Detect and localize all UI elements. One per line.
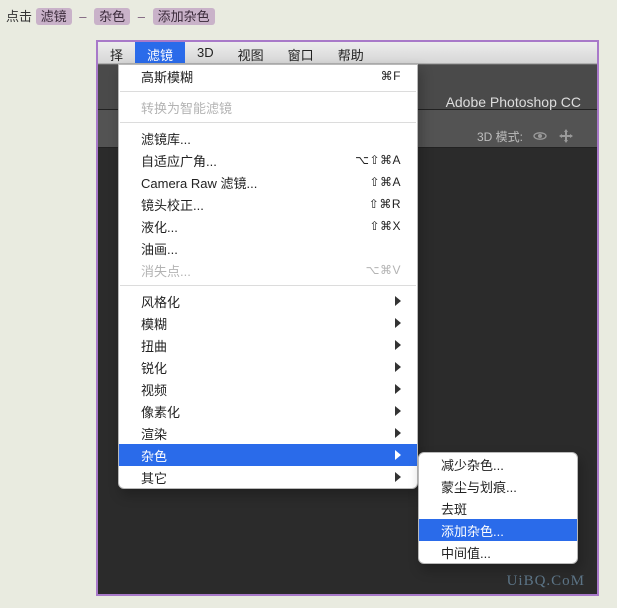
chevron-right-icon (395, 472, 401, 482)
menu-item-adaptive-wide[interactable]: 自适应广角...⌥⇧⌘A (119, 149, 417, 171)
menu-item-vanishing-point: 消失点...⌥⌘V (119, 259, 417, 281)
menu-item-dust-scratches[interactable]: 蒙尘与划痕... (419, 475, 577, 497)
noise-submenu: 减少杂色... 蒙尘与划痕... 去斑 添加杂色... 中间值... (418, 452, 578, 564)
menu-item-smart-filter: 转换为智能滤镜 (119, 96, 417, 118)
chevron-right-icon (395, 318, 401, 328)
ps-3d-mode: 3D 模式: (477, 127, 575, 145)
menu-item-stylize[interactable]: 风格化 (119, 290, 417, 312)
menubar-item[interactable]: 择 (98, 42, 135, 63)
chevron-right-icon (395, 406, 401, 416)
instruction-line: 点击 滤镜 – 杂色 – 添加杂色 (6, 6, 215, 25)
menu-item-noise[interactable]: 杂色 (119, 444, 417, 466)
menu-item-filter-gallery[interactable]: 滤镜库... (119, 127, 417, 149)
menubar-item-filter[interactable]: 滤镜 (135, 42, 185, 63)
screenshot-frame: 择 滤镜 3D 视图 窗口 帮助 Adobe Photoshop CC 3D 模… (96, 40, 599, 596)
mac-menubar: 择 滤镜 3D 视图 窗口 帮助 (98, 42, 597, 64)
menu-item-lens-correction[interactable]: 镜头校正...⇧⌘R (119, 193, 417, 215)
menu-item-last-filter[interactable]: 高斯模糊⌘F (119, 65, 417, 87)
menu-item-despeckle[interactable]: 去斑 (419, 497, 577, 519)
menu-item-other[interactable]: 其它 (119, 466, 417, 488)
menu-item-render[interactable]: 渲染 (119, 422, 417, 444)
menu-item-reduce-noise[interactable]: 减少杂色... (419, 453, 577, 475)
chevron-right-icon (395, 384, 401, 394)
menubar-item-help[interactable]: 帮助 (326, 42, 376, 63)
chevron-right-icon (395, 296, 401, 306)
instruction-tag-3: 添加杂色 (153, 8, 215, 25)
instruction-tag-2: 杂色 (94, 8, 130, 25)
menu-item-video[interactable]: 视频 (119, 378, 417, 400)
chevron-right-icon (395, 450, 401, 460)
menu-item-liquify[interactable]: 液化...⇧⌘X (119, 215, 417, 237)
watermark: UiBQ.CoM (507, 573, 585, 590)
filter-menu: 高斯模糊⌘F 转换为智能滤镜 滤镜库... 自适应广角...⌥⇧⌘A Camer… (118, 64, 418, 489)
menubar-item-window[interactable]: 窗口 (276, 42, 326, 63)
chevron-right-icon (395, 362, 401, 372)
ps-app-title: Adobe Photoshop CC (446, 94, 581, 110)
menu-item-add-noise[interactable]: 添加杂色... (419, 519, 577, 541)
menu-item-sharpen[interactable]: 锐化 (119, 356, 417, 378)
menubar-item-view[interactable]: 视图 (226, 42, 276, 63)
menu-item-median[interactable]: 中间值... (419, 541, 577, 563)
menu-item-oil-paint[interactable]: 油画... (119, 237, 417, 259)
chevron-right-icon (395, 340, 401, 350)
menubar-item-3d[interactable]: 3D (185, 42, 226, 63)
orbit-icon[interactable] (531, 127, 549, 145)
menu-item-pixelate[interactable]: 像素化 (119, 400, 417, 422)
menu-item-blur[interactable]: 模糊 (119, 312, 417, 334)
menu-item-camera-raw[interactable]: Camera Raw 滤镜...⇧⌘A (119, 171, 417, 193)
pan-icon[interactable] (557, 127, 575, 145)
chevron-right-icon (395, 428, 401, 438)
menu-item-distort[interactable]: 扭曲 (119, 334, 417, 356)
instruction-tag-1: 滤镜 (36, 8, 72, 25)
